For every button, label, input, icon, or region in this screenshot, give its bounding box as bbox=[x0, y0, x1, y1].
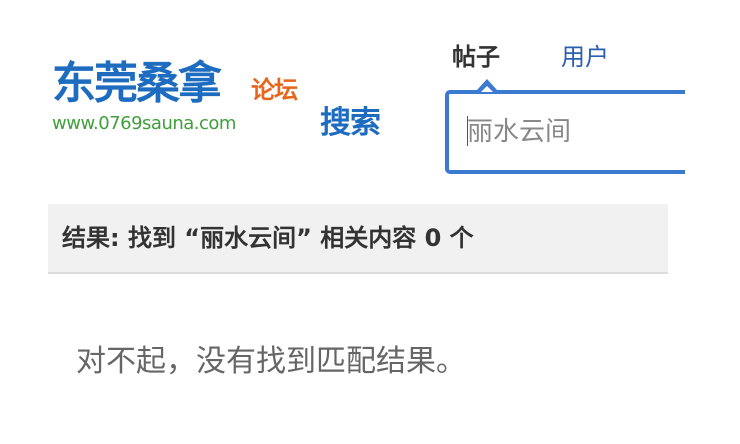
result-summary: 结果: 找到 “丽水云间” 相关内容 0 个 bbox=[62, 222, 474, 254]
result-summary-bar: 结果: 找到 “丽水云间” 相关内容 0 个 bbox=[48, 204, 668, 274]
logo-search-label: 搜索 bbox=[320, 105, 381, 141]
text-cursor bbox=[467, 116, 468, 146]
search-box bbox=[445, 79, 685, 174]
logo-site-name: 东莞桑拿 bbox=[52, 58, 222, 109]
tab-users[interactable]: 用户 bbox=[561, 40, 609, 74]
logo-url: www.0769sauna.com bbox=[52, 113, 236, 134]
result-middle: ” 相关内容 bbox=[296, 224, 425, 252]
no-results-message: 对不起，没有找到匹配结果。 bbox=[76, 344, 466, 379]
logo-forum-tag: 论坛 bbox=[251, 76, 298, 104]
tab-threads[interactable]: 帖子 bbox=[452, 40, 500, 74]
result-suffix: 个 bbox=[441, 224, 474, 252]
site-logo[interactable]: 东莞桑拿 论坛 www.0769sauna.com 搜索 bbox=[52, 58, 402, 148]
result-prefix: 结果: 找到 “ bbox=[62, 224, 201, 252]
result-keyword: 丽水云间 bbox=[200, 224, 297, 252]
result-count: 0 bbox=[424, 224, 442, 252]
search-input[interactable] bbox=[467, 114, 667, 150]
